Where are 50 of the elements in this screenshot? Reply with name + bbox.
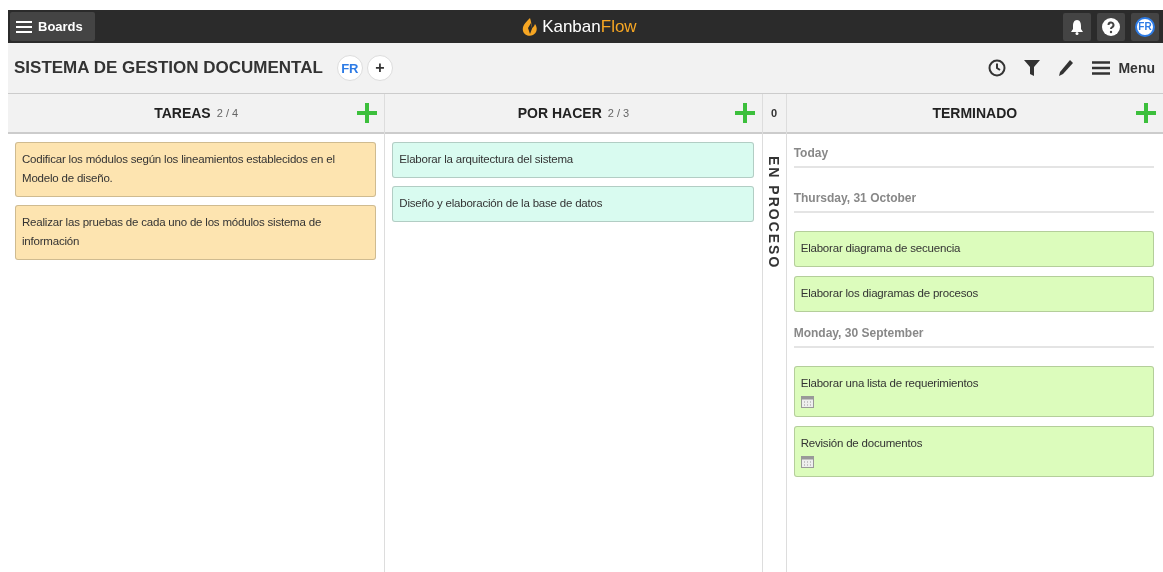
task-text: Elaborar los diagramas de procesos <box>800 286 979 301</box>
calendar-icon <box>800 455 814 468</box>
column-title: TAREAS <box>154 105 211 121</box>
task-card[interactable]: Elaborar una lista de requerimientos <box>793 366 1154 417</box>
help-button[interactable] <box>1097 12 1125 41</box>
task-card[interactable]: Codificar los módulos según los lineamientos establecidos en el Modelo de diseño. <box>15 142 377 197</box>
task-text: Elaborar la arquitectura del sistema <box>399 152 575 167</box>
calendar-icon <box>800 395 814 408</box>
task-count: 2 / 3 <box>607 107 630 119</box>
board-title: SISTEMA DE GESTION DOCUMENTAL <box>14 58 323 78</box>
task-card[interactable]: Elaborar diagrama de secuencia <box>793 231 1154 267</box>
help-icon <box>1102 17 1120 36</box>
notifications-button[interactable] <box>1063 12 1091 41</box>
task-card[interactable]: Realizar las pruebas de cada uno de los módulos sistema de información <box>15 205 377 260</box>
task-card[interactable]: Elaborar los diagramas de procesos <box>793 276 1154 312</box>
collapsed-column-title[interactable]: EN PROCESO <box>766 156 783 270</box>
menu-button[interactable]: Menu <box>1092 60 1155 76</box>
boards-button[interactable]: Boards <box>10 12 95 41</box>
column-title: TERMINADO <box>932 105 1018 121</box>
filter-button[interactable] <box>1024 59 1041 77</box>
date-heading: Monday, 30 September <box>793 322 1154 348</box>
menu-icon <box>16 20 32 33</box>
task-card[interactable]: Diseño y elaboración de la base de datos <box>392 186 754 222</box>
pencil-icon <box>1058 59 1075 77</box>
bell-icon <box>1070 18 1084 35</box>
task-card[interactable]: Elaborar la arquitectura del sistema <box>392 142 754 178</box>
task-count: 2 / 4 <box>216 107 239 119</box>
task-text: Realizar las pruebas de cada uno de los módulos sistema de información <box>22 215 323 249</box>
task-text: Elaborar una lista de requerimientos <box>800 376 980 391</box>
task-text: Diseño y elaboración de la base de datos <box>399 196 604 211</box>
task-text: Elaborar diagrama de secuencia <box>800 241 962 256</box>
plus-icon <box>1135 102 1157 124</box>
date-heading: Today <box>793 142 1154 168</box>
time-button[interactable] <box>988 59 1007 77</box>
task-text: Codificar los módulos según los lineamientos establecidos en el Modelo de diseño. <box>22 152 336 186</box>
task-card[interactable]: Revisión de documentos <box>793 426 1154 477</box>
clock-icon <box>988 59 1007 77</box>
date-heading: Thursday, 31 October <box>793 187 1154 213</box>
plus-icon <box>356 102 379 124</box>
column-title: POR HACER <box>517 105 602 121</box>
logo-text: KanbanFlow <box>542 16 637 37</box>
plus-icon <box>733 102 756 124</box>
task-text: Revisión de documentos <box>800 436 924 451</box>
edit-button[interactable] <box>1058 59 1075 77</box>
filter-icon <box>1024 59 1041 77</box>
member-avatar[interactable]: FR <box>336 55 363 81</box>
task-count: 0 <box>771 107 778 119</box>
add-member-button[interactable]: + <box>366 55 393 81</box>
menu-icon <box>1092 61 1111 75</box>
flame-logo-icon <box>521 16 540 37</box>
